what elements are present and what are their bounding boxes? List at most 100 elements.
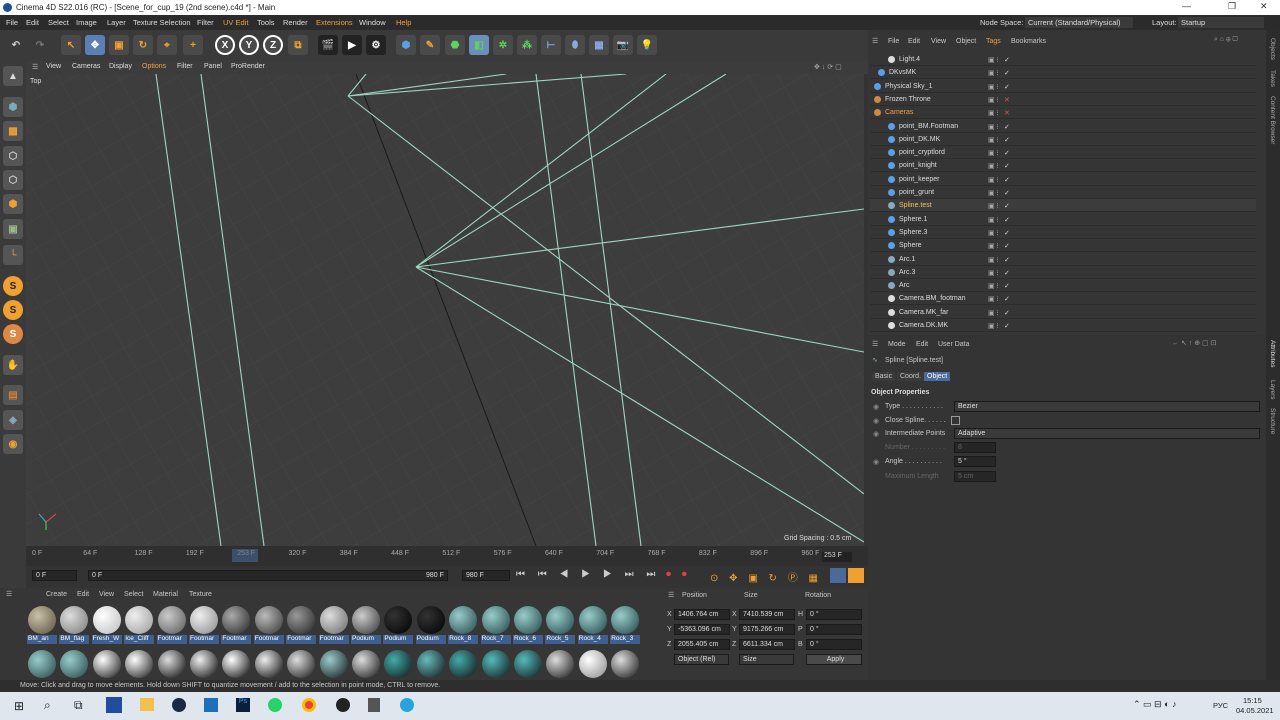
timeline-mode-icon[interactable] bbox=[830, 568, 846, 583]
windows-start-icon[interactable]: ⊞ bbox=[14, 699, 24, 713]
menu-window[interactable]: Window bbox=[359, 18, 386, 27]
playback-controls[interactable]: ⏮ ⏮ ◀ ▶ ▶ ⏭ ⏭ bbox=[516, 569, 660, 580]
attr-menu-user-data[interactable]: User Data bbox=[938, 341, 970, 348]
enabled-check-icon[interactable]: ✓ bbox=[1004, 136, 1010, 144]
menu-help[interactable]: Help bbox=[396, 18, 411, 27]
object-row[interactable]: Arc.3 ▣ ⁝ ✓ bbox=[870, 266, 1256, 279]
object-row[interactable]: Arc.1 ▣ ⁝ ✓ bbox=[870, 253, 1256, 266]
material-swatch[interactable] bbox=[125, 606, 154, 634]
vp-menu-cameras[interactable]: Cameras bbox=[72, 63, 100, 70]
viewport-nav-icons[interactable]: ✥ ↓ ⟳ ▢ bbox=[814, 63, 842, 71]
enabled-check-icon[interactable]: ✕ bbox=[1004, 96, 1010, 104]
telegram-icon[interactable] bbox=[400, 698, 414, 712]
close-icon[interactable]: ✕ bbox=[1260, 1, 1268, 12]
menu-uv-edit[interactable]: UV Edit bbox=[223, 18, 248, 27]
viewport-menu-icon[interactable]: ☰ bbox=[32, 63, 38, 71]
axis-mode-icon[interactable]: └ bbox=[3, 245, 23, 265]
material-swatch[interactable] bbox=[125, 650, 154, 678]
enabled-check-icon[interactable]: ✓ bbox=[1004, 295, 1010, 303]
render-settings-icon[interactable]: ⚙ bbox=[366, 35, 386, 55]
mat-menu-view[interactable]: View bbox=[99, 591, 114, 598]
visibility-icon[interactable]: ▣ ⁝ bbox=[988, 282, 999, 290]
object-row[interactable]: point_DK.MK ▣ ⁝ ✓ bbox=[870, 133, 1256, 146]
vp-menu-display[interactable]: Display bbox=[109, 63, 132, 70]
enabled-check-icon[interactable]: ✓ bbox=[1004, 189, 1010, 197]
end-frame-field[interactable]: 980 F bbox=[462, 570, 510, 581]
make-editable-icon[interactable]: ▲ bbox=[3, 66, 23, 86]
obj-menu-bookmarks[interactable]: Bookmarks bbox=[1011, 38, 1046, 45]
enabled-check-icon[interactable]: ✓ bbox=[1004, 56, 1010, 64]
visibility-icon[interactable]: ▣ ⁝ bbox=[988, 322, 999, 330]
planar-workplane-icon[interactable]: ◉ bbox=[3, 434, 23, 454]
language-indicator[interactable]: РУС bbox=[1213, 701, 1228, 710]
enabled-check-icon[interactable]: ✓ bbox=[1004, 123, 1010, 131]
enabled-check-icon[interactable]: ✓ bbox=[1004, 216, 1010, 224]
obj-menu-tags[interactable]: Tags bbox=[986, 38, 1001, 45]
live-selection-icon[interactable]: ⌖ bbox=[157, 35, 177, 55]
side-tab-layers[interactable]: Layers bbox=[1269, 380, 1276, 400]
object-row[interactable]: point_keeper ▣ ⁝ ✓ bbox=[870, 173, 1256, 186]
mat-menu-select[interactable]: Select bbox=[124, 591, 143, 598]
material-swatch[interactable] bbox=[60, 606, 89, 634]
attr-nav-icons[interactable]: ← ↖ ↑ ⊕ ▢ ⊡ bbox=[1172, 339, 1216, 347]
visibility-icon[interactable]: ▣ ⁝ bbox=[988, 242, 999, 250]
key-tools-icons[interactable]: ⊙ ✥ ▣ ↻ Ⓟ ▦ bbox=[710, 569, 822, 584]
visibility-icon[interactable]: ▣ ⁝ bbox=[988, 123, 999, 131]
clock-time[interactable]: 15:15 bbox=[1243, 696, 1262, 705]
vp-menu-prorender[interactable]: ProRender bbox=[231, 63, 265, 70]
angle-field[interactable]: 5 ° bbox=[954, 456, 996, 467]
material-swatch[interactable] bbox=[611, 606, 640, 634]
obj-menu-edit[interactable]: Edit bbox=[908, 38, 920, 45]
object-row[interactable]: Camera.BM_footman ▣ ⁝ ✓ bbox=[870, 292, 1256, 306]
size-z-field[interactable]: 6611.334 cm bbox=[739, 639, 795, 650]
object-row[interactable]: Spline.test ▣ ⁝ ✓ bbox=[870, 199, 1256, 213]
material-swatch[interactable] bbox=[384, 650, 413, 678]
layout-select[interactable]: Startup bbox=[1178, 17, 1264, 28]
objects-menu-icon[interactable]: ☰ bbox=[872, 37, 878, 45]
transform-icon[interactable]: + bbox=[183, 35, 203, 55]
cloner-icon[interactable]: ✲ bbox=[493, 35, 513, 55]
size-y-field[interactable]: 9175.266 cm bbox=[739, 624, 795, 635]
close-spline-checkbox[interactable] bbox=[951, 416, 960, 425]
cube-icon[interactable]: ⬢ bbox=[396, 35, 416, 55]
material-menu-icon[interactable]: ☰ bbox=[6, 590, 12, 598]
material-swatch[interactable] bbox=[319, 606, 348, 634]
enabled-check-icon[interactable]: ✓ bbox=[1004, 269, 1010, 277]
attr-menu-mode[interactable]: Mode bbox=[888, 341, 906, 348]
enabled-check-icon[interactable]: ✓ bbox=[1004, 162, 1010, 170]
clock-date[interactable]: 04.05.2021 bbox=[1236, 706, 1274, 715]
field-icon[interactable]: ⬮ bbox=[565, 35, 585, 55]
type-select[interactable]: Bezier bbox=[954, 401, 1260, 412]
obj-menu-file[interactable]: File bbox=[888, 38, 899, 45]
visibility-icon[interactable]: ▣ ⁝ bbox=[988, 229, 999, 237]
search-icon[interactable]: ⌕ bbox=[44, 698, 51, 713]
visibility-icon[interactable]: ▣ ⁝ bbox=[988, 189, 999, 197]
rot-h-field[interactable]: 0 ° bbox=[806, 609, 862, 620]
side-tab-objects[interactable]: Objects bbox=[1269, 38, 1276, 60]
record-icon[interactable]: ⏺ ⏺ bbox=[666, 569, 691, 580]
workplane-icon[interactable]: ✋ bbox=[3, 355, 23, 375]
rot-b-field[interactable]: 0 ° bbox=[806, 639, 862, 650]
pos-z-field[interactable]: 2055.405 cm bbox=[674, 639, 730, 650]
material-swatch[interactable] bbox=[254, 606, 283, 634]
pos-y-field[interactable]: -5363.096 cm bbox=[674, 624, 730, 635]
material-swatch[interactable] bbox=[416, 606, 445, 634]
material-swatch[interactable] bbox=[190, 606, 218, 634]
texture-mode-icon[interactable]: ▩ bbox=[3, 121, 23, 141]
attr-menu-icon[interactable]: ☰ bbox=[872, 340, 878, 348]
extrude-icon[interactable]: ◧ bbox=[469, 35, 489, 55]
render-region-icon[interactable]: 🎬 bbox=[318, 35, 338, 55]
object-row[interactable]: Camera.DK.MK ▣ ⁝ ✓ bbox=[870, 319, 1256, 332]
menu-edit[interactable]: Edit bbox=[26, 18, 39, 27]
menu-extensions[interactable]: Extensions bbox=[316, 18, 353, 27]
menu-tools[interactable]: Tools bbox=[257, 18, 275, 27]
tab-basic[interactable]: Basic bbox=[872, 372, 896, 381]
visibility-icon[interactable]: ▣ ⁝ bbox=[988, 176, 999, 184]
coord-menu-icon[interactable]: ☰ bbox=[668, 591, 674, 599]
menu-select[interactable]: Select bbox=[48, 18, 69, 27]
side-tab-content-browser[interactable]: Content Browser bbox=[1269, 96, 1276, 144]
redo-icon[interactable]: ↷ bbox=[30, 35, 50, 55]
enabled-check-icon[interactable]: ✓ bbox=[1004, 176, 1010, 184]
render-view-icon[interactable]: ▶ bbox=[342, 35, 362, 55]
object-row[interactable]: point_grunt ▣ ⁝ ✓ bbox=[870, 186, 1256, 199]
